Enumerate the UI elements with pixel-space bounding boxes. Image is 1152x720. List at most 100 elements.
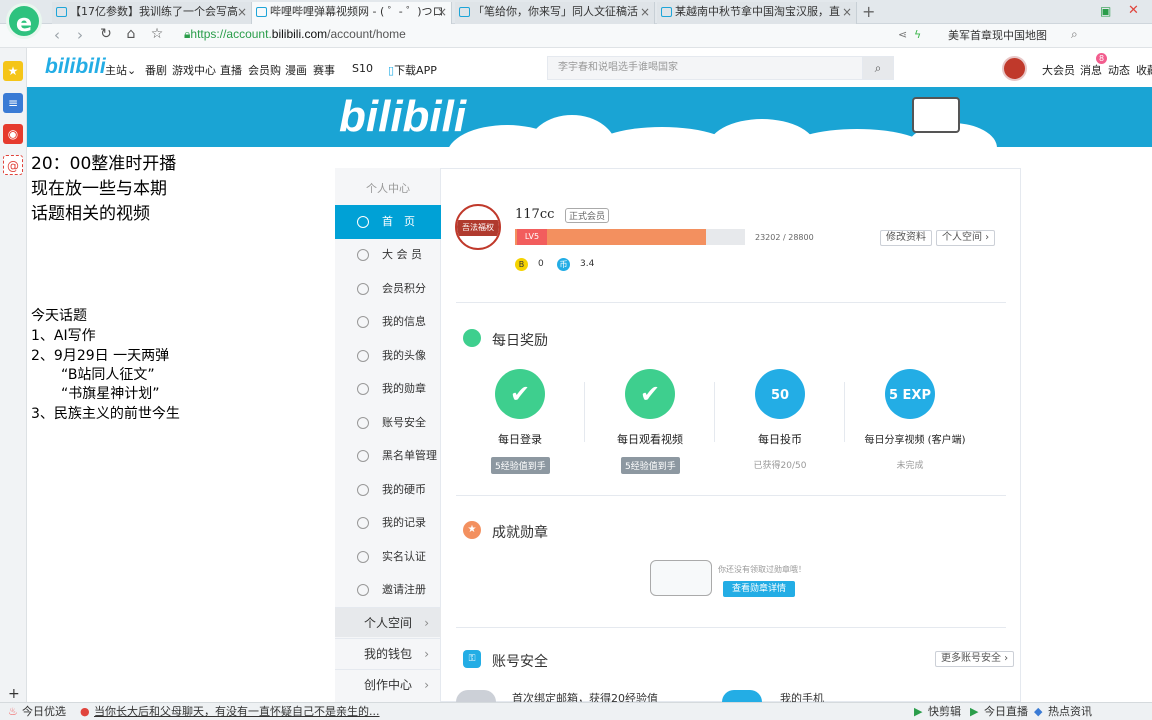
notes-icon[interactable]: ≡ — [3, 93, 23, 113]
note-line2: 现在放一些与本期 — [31, 179, 167, 199]
status-headline[interactable]: 当你长大后和父母聊天，有没有一直怀疑自己不是亲生的... — [94, 703, 380, 720]
site-search-input[interactable]: 李宇春和说唱选手谁喝国家 — [547, 56, 863, 80]
blacklist-icon — [357, 450, 369, 462]
nav-realname[interactable]: 实名认证 — [335, 540, 441, 574]
nav-download[interactable]: ▯下载APP — [388, 62, 437, 78]
refresh-icon[interactable]: ↻ — [96, 26, 116, 42]
nav-manga[interactable]: 漫画 — [285, 62, 307, 78]
nav-dynamic[interactable]: 动态 — [1108, 62, 1130, 78]
tab-4[interactable]: 某越南中秋节拿中国淘宝汉服，直 × — [657, 2, 857, 24]
security-item-phone: 我的手机 — [780, 692, 824, 702]
nav-home[interactable]: 首 页 — [335, 205, 441, 239]
more-security-button[interactable]: 更多账号安全 › — [935, 651, 1015, 667]
chevron-right-icon: › — [424, 647, 429, 661]
divider — [456, 627, 1006, 628]
share-icon[interactable]: ⋖ — [898, 28, 907, 41]
nav-game[interactable]: 游戏中心 — [172, 62, 216, 78]
reward-label: 每日分享视频 (客户端) — [864, 435, 966, 446]
nav-records[interactable]: 我的记录 — [335, 506, 441, 540]
topic-1: 1、AI写作 — [31, 328, 96, 344]
status-live[interactable]: 今日直播 — [984, 703, 1028, 720]
nav-live[interactable]: 直播 — [220, 62, 242, 78]
tab-2[interactable]: 哔哩哔哩弹幕视频网 - ( ゜- ゜)つロ × — [252, 2, 452, 24]
search-icon[interactable]: ⌕ — [1071, 27, 1078, 42]
home-icon[interactable]: ⌂ — [121, 26, 141, 42]
profile-name: 117cc — [515, 207, 555, 222]
star-icon[interactable]: ☆ — [147, 26, 167, 42]
reward-label: 每日登录 — [498, 433, 542, 446]
browser-sidebar — [0, 48, 27, 702]
back-icon[interactable]: ‹ — [47, 26, 67, 44]
nav-invite[interactable]: 邀请注册 — [335, 573, 441, 607]
profile-avatar[interactable]: 吾法福权 — [455, 204, 501, 250]
tab-1[interactable]: 【17亿参数】我训练了一个会写高 × — [52, 2, 252, 24]
daily-title: 每日奖励 — [492, 333, 548, 349]
nav-favorites[interactable]: 收藏 — [1136, 62, 1152, 78]
nav-messages[interactable]: 消息 — [1080, 62, 1102, 78]
search-icon[interactable]: ⌕ — [862, 56, 894, 80]
record-icon — [357, 517, 369, 529]
id-card-icon — [357, 551, 369, 563]
banner-logo: bilibili — [339, 92, 467, 141]
divider — [456, 495, 1006, 496]
coin-icon: 币 — [557, 258, 570, 271]
bcoin-value: 0 — [538, 259, 544, 269]
add-icon[interactable]: + — [8, 686, 20, 702]
new-tab-icon[interactable]: + — [862, 2, 875, 21]
status-daily-picks[interactable]: 今日优选 — [22, 703, 66, 720]
bilibili-tab-icon — [56, 7, 67, 17]
nav-space[interactable]: 个人空间 › — [335, 607, 441, 637]
close-window-icon[interactable]: ✕ — [1128, 3, 1139, 18]
url-field[interactable]: 🔒︎https://account.bilibili.com/account/h… — [184, 27, 406, 42]
nav-shop[interactable]: 会员购 — [248, 62, 281, 78]
nav-match[interactable]: 赛事 — [313, 62, 335, 78]
chevron-right-icon: › — [424, 616, 429, 630]
reward-status: 5经验值到手 — [491, 457, 550, 474]
exp-text: 23202 / 28800 — [755, 233, 814, 242]
reward-status: 未完成 — [896, 461, 924, 471]
bilibili-tab-icon — [459, 7, 470, 17]
nav-points[interactable]: 会员积分 — [335, 272, 441, 306]
nav-wallet[interactable]: 我的钱包 › — [335, 638, 441, 668]
site-logo[interactable]: bilibili — [45, 55, 106, 79]
lightning-icon[interactable]: ϟ — [914, 28, 921, 41]
reward-status: 已获得20/50 — [753, 461, 807, 471]
close-icon[interactable]: × — [237, 2, 247, 22]
nav-creator[interactable]: 创作中心 › — [335, 669, 441, 699]
nav-coins[interactable]: 我的硬币 — [335, 473, 441, 507]
nav-info[interactable]: 我的信息 — [335, 305, 441, 339]
nav-security[interactable]: 账号安全 — [335, 406, 441, 440]
nav-blacklist[interactable]: 黑名单管理 — [335, 439, 441, 473]
browser-logo-icon[interactable]: e — [6, 3, 42, 39]
forward-icon[interactable]: › — [70, 26, 90, 44]
browser-search-input[interactable]: 美军首章现中国地图 — [948, 26, 1088, 45]
view-medals-button[interactable]: 查看勋章详情 — [723, 581, 795, 597]
status-hot-news[interactable]: 热点资讯 — [1048, 703, 1092, 720]
live-icon: ▶ — [970, 705, 979, 718]
nav-bangumi[interactable]: 番剧 — [145, 62, 167, 78]
close-icon[interactable]: × — [437, 2, 447, 22]
weibo-icon[interactable]: ◉ — [3, 124, 23, 144]
nav-vip-member[interactable]: 大 会 员 — [335, 238, 441, 272]
nav-avatar[interactable]: 我的头像 — [335, 339, 441, 373]
money-bag-icon — [463, 329, 481, 347]
nav-s10[interactable]: S10 — [352, 62, 373, 75]
points-icon — [357, 283, 369, 295]
nav-vip[interactable]: 大会员 — [1042, 62, 1075, 78]
avatar[interactable] — [1002, 56, 1027, 81]
close-icon[interactable]: × — [842, 2, 852, 22]
security-item-email: 首次绑定邮箱，获得20经验值 — [512, 692, 658, 702]
personal-space-button[interactable]: 个人空间 › — [936, 230, 996, 246]
nav-medals[interactable]: 我的勋章 — [335, 372, 441, 406]
mail-icon[interactable]: @ — [3, 155, 23, 175]
coin-icon — [357, 484, 369, 496]
edit-profile-button[interactable]: 修改资料 — [880, 230, 932, 246]
status-quick-edit[interactable]: 快剪辑 — [928, 703, 961, 720]
divider — [456, 302, 1006, 303]
favorites-icon[interactable]: ★ — [3, 61, 23, 81]
extension-icon[interactable]: ▣ — [1100, 4, 1111, 18]
nav-main[interactable]: 主站⌄ — [105, 62, 136, 78]
topics-title: 今天话题 — [31, 308, 87, 324]
tab-3[interactable]: 「笔给你，你来写」同人文征稿活 × — [455, 2, 655, 24]
close-icon[interactable]: × — [640, 2, 650, 22]
